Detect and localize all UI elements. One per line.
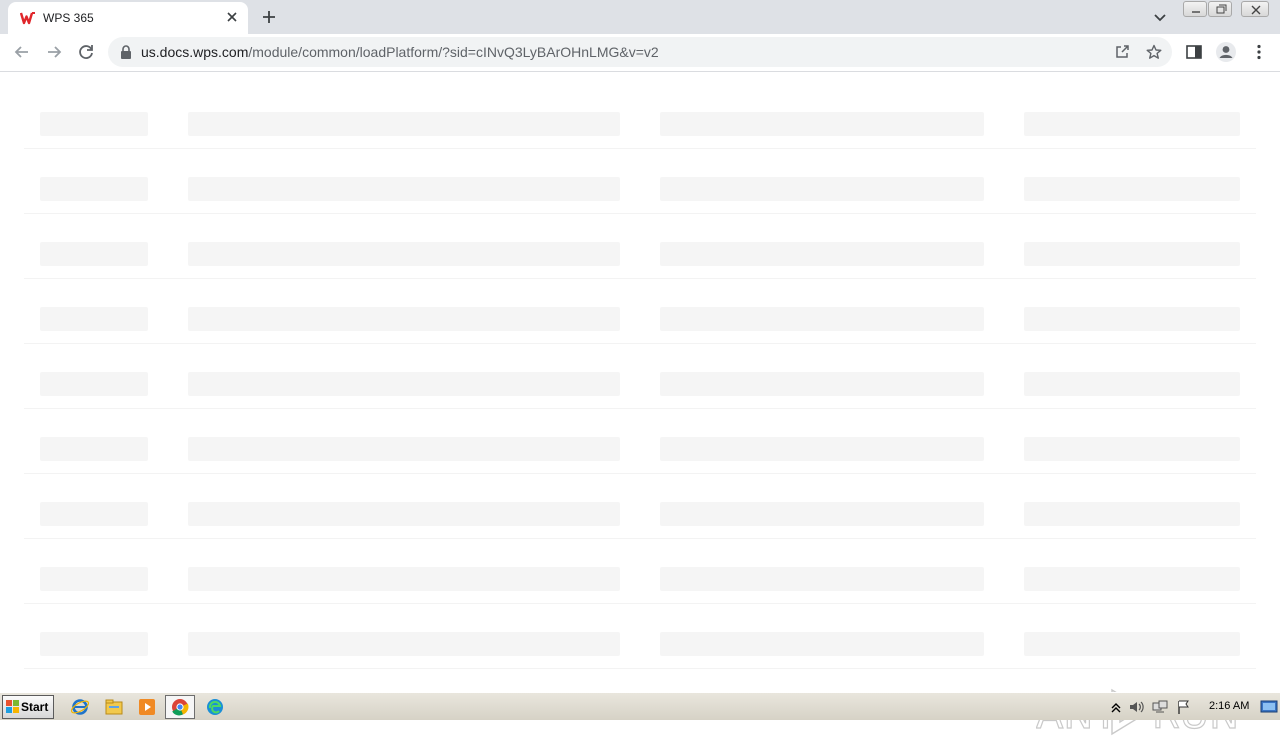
- reload-icon[interactable]: [76, 42, 96, 62]
- flag-icon[interactable]: [1176, 699, 1192, 715]
- skeleton-cell: [40, 242, 148, 266]
- close-icon: [1251, 5, 1261, 15]
- page-content: ANY RUN: [0, 72, 1280, 739]
- tab-strip: WPS 365: [0, 0, 1280, 34]
- back-icon[interactable]: [12, 42, 32, 62]
- skeleton-cell: [1024, 372, 1240, 396]
- profile-icon[interactable]: [1215, 41, 1237, 63]
- skeleton-cell: [40, 437, 148, 461]
- skeleton-cell: [1024, 567, 1240, 591]
- tab-wps-365[interactable]: WPS 365: [8, 2, 248, 34]
- show-desktop-icon[interactable]: [1260, 699, 1278, 715]
- skeleton-cell: [1024, 307, 1240, 331]
- chrome-taskbar-button[interactable]: [165, 695, 195, 719]
- skeleton-cell: [188, 372, 620, 396]
- forward-icon[interactable]: [44, 42, 64, 62]
- taskbar: Start 2:16 AM: [0, 692, 1280, 720]
- restore-icon: [1216, 4, 1227, 14]
- network-icon[interactable]: [1152, 699, 1168, 715]
- windows-logo-icon: [6, 700, 19, 713]
- skeleton-cell: [40, 567, 148, 591]
- skeleton-cell: [660, 242, 984, 266]
- menu-icon[interactable]: [1250, 43, 1268, 61]
- skeleton-row: [24, 84, 1256, 149]
- skeleton-cell: [1024, 437, 1240, 461]
- skeleton-cell: [40, 502, 148, 526]
- chevron-down-icon[interactable]: [1152, 9, 1168, 25]
- skeleton-cell: [660, 112, 984, 136]
- skeleton-cell: [188, 502, 620, 526]
- skeleton-cell: [660, 177, 984, 201]
- skeleton-cell: [40, 632, 148, 656]
- skeleton-cell: [660, 437, 984, 461]
- skeleton-row: [24, 539, 1256, 604]
- skeleton-cell: [188, 112, 620, 136]
- show-hidden-icon[interactable]: [1108, 699, 1124, 715]
- skeleton-cell: [40, 177, 148, 201]
- chrome-icon: [172, 699, 189, 716]
- url-text[interactable]: us.docs.wps.com/module/common/loadPlatfo…: [141, 44, 659, 60]
- skeleton-cell: [660, 372, 984, 396]
- skeleton-cell: [660, 502, 984, 526]
- url-host: us.docs.wps.com: [141, 44, 249, 60]
- close-tab-icon[interactable]: [224, 9, 240, 25]
- browser-toolbar: us.docs.wps.com/module/common/loadPlatfo…: [0, 34, 1280, 72]
- skeleton-cell: [188, 242, 620, 266]
- url-path: /module/common/loadPlatform/?sid=cINvQ3L…: [248, 44, 659, 60]
- skeleton-cell: [660, 307, 984, 331]
- skeleton-cell: [188, 437, 620, 461]
- skeleton-cell: [40, 307, 148, 331]
- skeleton-cell: [1024, 242, 1240, 266]
- skeleton-row: [24, 149, 1256, 214]
- skeleton-row: [24, 214, 1256, 279]
- start-label: Start: [21, 700, 49, 714]
- file-explorer-icon[interactable]: [104, 697, 124, 717]
- restore-button[interactable]: [1208, 1, 1232, 17]
- skeleton-cell: [1024, 502, 1240, 526]
- clock[interactable]: 2:16 AM: [1209, 700, 1249, 712]
- skeleton-cell: [188, 632, 620, 656]
- skeleton-row: [24, 279, 1256, 344]
- address-bar[interactable]: us.docs.wps.com/module/common/loadPlatfo…: [108, 37, 1172, 67]
- new-tab-icon[interactable]: [260, 8, 278, 26]
- start-button[interactable]: Start: [2, 695, 54, 719]
- star-icon[interactable]: [1146, 44, 1162, 60]
- skeleton-cell: [1024, 112, 1240, 136]
- skeleton-cell: [660, 567, 984, 591]
- wps-logo-icon: [20, 12, 35, 25]
- volume-icon[interactable]: [1128, 699, 1144, 715]
- edge-icon[interactable]: [205, 697, 225, 717]
- share-icon[interactable]: [1114, 44, 1130, 60]
- close-window-button[interactable]: [1241, 1, 1269, 17]
- system-tray: 2:16 AM: [1106, 695, 1278, 719]
- tab-title: WPS 365: [43, 11, 94, 25]
- skeleton-row: [24, 409, 1256, 474]
- side-panel-icon[interactable]: [1185, 43, 1203, 61]
- skeleton-cell: [1024, 177, 1240, 201]
- lock-icon[interactable]: [120, 45, 132, 59]
- skeleton-cell: [188, 177, 620, 201]
- skeleton-cell: [660, 632, 984, 656]
- skeleton-cell: [1024, 632, 1240, 656]
- skeleton-cell: [188, 567, 620, 591]
- minimize-button[interactable]: [1183, 1, 1207, 17]
- media-player-icon[interactable]: [137, 697, 157, 717]
- skeleton-row: [24, 474, 1256, 539]
- skeleton-cell: [40, 372, 148, 396]
- skeleton-row: [24, 344, 1256, 409]
- skeleton-cell: [40, 112, 148, 136]
- internet-explorer-icon[interactable]: [70, 697, 90, 717]
- skeleton-row: [24, 604, 1256, 669]
- minimize-icon: [1192, 11, 1200, 13]
- skeleton-cell: [188, 307, 620, 331]
- window-controls: [1183, 0, 1273, 18]
